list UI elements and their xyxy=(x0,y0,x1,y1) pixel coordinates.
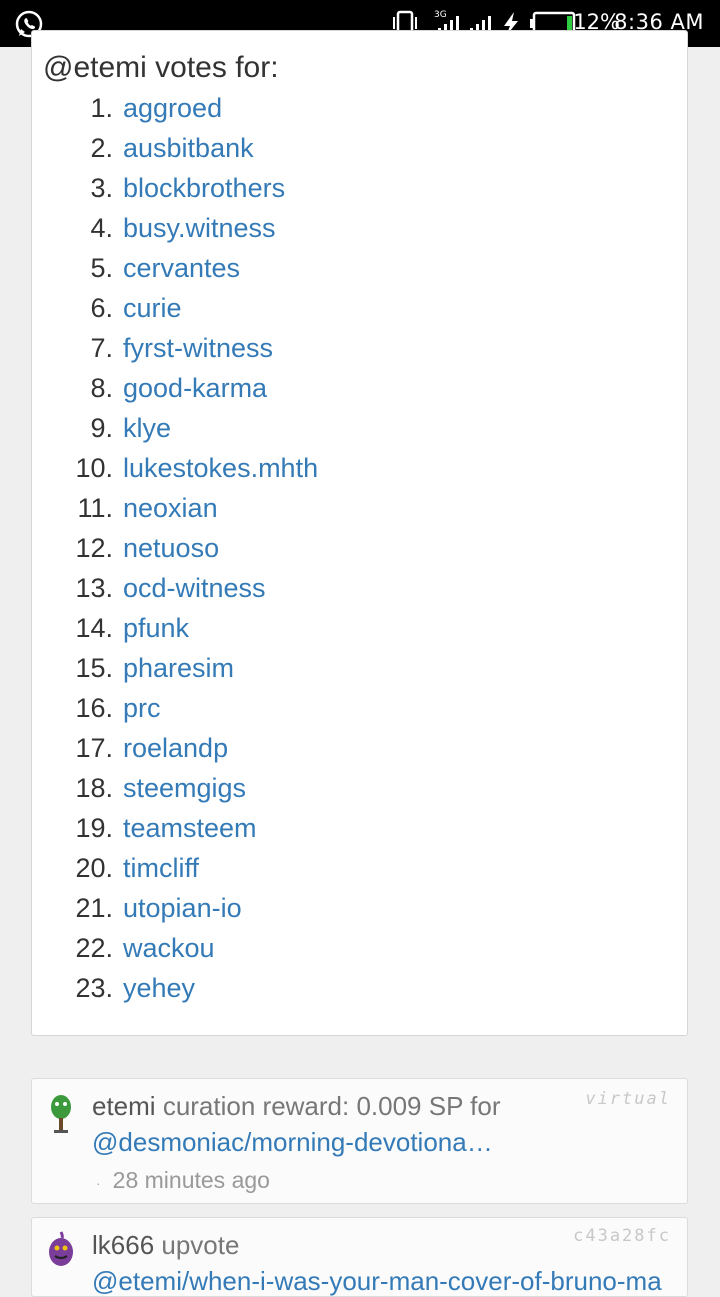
activity-timestamp: 28 minutes ago xyxy=(112,1167,270,1193)
witness-link[interactable]: blockbrothers xyxy=(123,173,285,204)
list-item: 10. lukestokes.mhth xyxy=(32,451,672,491)
list-item: 8. good-karma xyxy=(32,371,672,411)
vote-number: 13. xyxy=(75,573,113,603)
list-item: 22. wackou xyxy=(32,931,672,971)
witness-link[interactable]: yehey xyxy=(123,973,195,1004)
list-item: 19. teamsteem xyxy=(32,811,672,851)
vote-number: 9. xyxy=(90,413,113,443)
witness-link[interactable]: good-karma xyxy=(123,373,267,404)
list-item: 11. neoxian xyxy=(32,491,672,531)
activity-item: etemi curation reward: 0.009 SP for @des… xyxy=(31,1078,688,1204)
witness-link[interactable]: ausbitbank xyxy=(123,133,254,164)
list-item: 15. pharesim xyxy=(32,651,672,691)
list-item: 21. utopian-io xyxy=(32,891,672,931)
avatar[interactable] xyxy=(46,1230,76,1281)
activity-user-link[interactable]: lk666 xyxy=(92,1230,154,1260)
vote-number: 3. xyxy=(90,173,113,203)
activity-item: lk666 upvote @etemi/when-i-was-your-man-… xyxy=(31,1217,688,1297)
witness-link[interactable]: busy.witness xyxy=(123,213,276,244)
vote-number: 11. xyxy=(77,493,113,523)
vote-number: 12. xyxy=(75,533,113,563)
vote-number: 21. xyxy=(75,893,113,923)
vote-number: 15. xyxy=(75,653,113,683)
vote-number: 8. xyxy=(90,373,113,403)
witness-link[interactable]: utopian-io xyxy=(123,893,242,924)
witness-link[interactable]: klye xyxy=(123,413,171,444)
vote-number: 10. xyxy=(75,453,113,483)
list-item: 6. curie xyxy=(32,291,672,331)
activity-tag: virtual xyxy=(585,1089,671,1109)
witness-link[interactable]: pfunk xyxy=(123,613,189,644)
list-item: 4. busy.witness xyxy=(32,211,672,251)
list-item: 13. ocd-witness xyxy=(32,571,672,611)
vote-number: 7. xyxy=(90,333,113,363)
witness-link[interactable]: fyrst-witness xyxy=(123,333,273,364)
list-item: 5. cervantes xyxy=(32,251,672,291)
activity-post-link[interactable]: @desmoniac/morning-devotiona… xyxy=(92,1127,493,1158)
vote-number: 23. xyxy=(75,973,113,1003)
witness-link[interactable]: aggroed xyxy=(123,93,222,124)
transaction-id[interactable]: c43a28fc xyxy=(573,1226,671,1246)
vote-number: 1. xyxy=(90,93,113,123)
avatar[interactable] xyxy=(46,1093,76,1138)
witness-link[interactable]: cervantes xyxy=(123,253,240,284)
activity-action-text: curation reward: 0.009 SP for xyxy=(162,1091,501,1121)
list-item: 9. klye xyxy=(32,411,672,451)
witness-vote-list: 1. aggroed 2. ausbitbank 3. blockbrothers 4. bu… xyxy=(32,91,672,1011)
list-item: 12. netuoso xyxy=(32,531,672,571)
svg-text:3G: 3G xyxy=(434,10,447,20)
witness-link[interactable]: netuoso xyxy=(123,533,219,564)
vote-number: 17. xyxy=(75,733,113,763)
vote-number: 22. xyxy=(75,933,113,963)
vote-number: 2. xyxy=(90,133,113,163)
votes-heading: @etemi votes for: xyxy=(43,51,279,84)
list-item: 7. fyrst-witness xyxy=(32,331,672,371)
witness-link[interactable]: steemgigs xyxy=(123,773,246,804)
activity-action-text: upvote xyxy=(161,1230,240,1260)
witness-link[interactable]: lukestokes.mhth xyxy=(123,453,318,484)
witness-link[interactable]: timcliff xyxy=(123,853,199,884)
activity-user-link[interactable]: etemi xyxy=(92,1091,156,1121)
witness-link[interactable]: neoxian xyxy=(123,493,218,524)
vote-number: 20. xyxy=(75,853,113,883)
vote-number: 6. xyxy=(90,293,113,323)
witness-link[interactable]: ocd-witness xyxy=(123,573,266,604)
vote-number: 14. xyxy=(75,613,113,643)
list-item: 16. prc xyxy=(32,691,672,731)
list-item: 2. ausbitbank xyxy=(32,131,672,171)
witness-votes-card: @etemi votes for: 1. aggroed 2. ausbitbank 3… xyxy=(31,30,688,1036)
list-item: 23. yehey xyxy=(32,971,672,1011)
bullet-dot-icon: · xyxy=(96,1175,101,1191)
list-item: 1. aggroed xyxy=(32,91,672,131)
vote-number: 16. xyxy=(75,693,113,723)
witness-link[interactable]: curie xyxy=(123,293,182,324)
activity-post-link[interactable]: @etemi/when-i-was-your-man-cover-of-brun… xyxy=(92,1266,682,1297)
vote-number: 5. xyxy=(90,253,113,283)
list-item: 3. blockbrothers xyxy=(32,171,672,211)
vote-number: 18. xyxy=(75,773,113,803)
witness-link[interactable]: prc xyxy=(123,693,161,724)
list-item: 14. pfunk xyxy=(32,611,672,651)
vote-number: 4. xyxy=(90,213,113,243)
vote-number: 19. xyxy=(75,813,113,843)
list-item: 20. timcliff xyxy=(32,851,672,891)
witness-link[interactable]: teamsteem xyxy=(123,813,257,844)
list-item: 17. roelandp xyxy=(32,731,672,771)
witness-link[interactable]: pharesim xyxy=(123,653,234,684)
list-item: 18. steemgigs xyxy=(32,771,672,811)
witness-link[interactable]: roelandp xyxy=(123,733,228,764)
witness-link[interactable]: wackou xyxy=(123,933,215,964)
